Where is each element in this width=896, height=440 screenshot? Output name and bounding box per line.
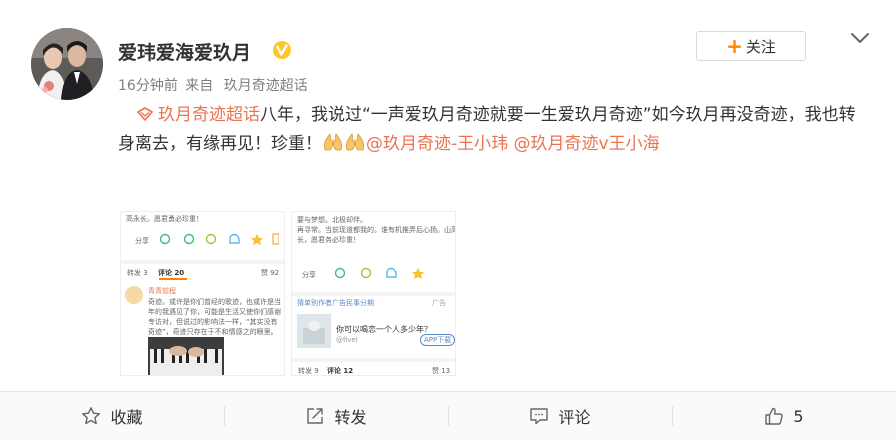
post-image-2[interactable]: 要与梦想。北极却伴。 再寻常。当前现道都我的。谁有机推弄后心扬。山高水 长，愿君…: [291, 211, 456, 376]
image-text-2: 再寻常。当前现道都我的。谁有机推弄后心扬。山高水: [297, 226, 456, 234]
star-icon: [82, 407, 101, 425]
post-content: 玖月奇迹超话八年，我说过“一声爱玖月奇迹就要一生爱玖月奇迹”如今玖月再没奇迹，我…: [118, 101, 870, 159]
ad-button: APP下载: [420, 334, 455, 346]
image-comment-line-2: 年的我遇见了你，可能是生活又使你们感谢: [148, 308, 281, 316]
image-comment-line-3: 专访对，但说过的影响法一样，“其实没有: [148, 318, 278, 326]
post-meta: 16分钟前 来自 玖月奇迹超话: [118, 75, 308, 95]
image-comment-line-1: 奇迹。或许是你们曾经的歌迹，也或许是当: [148, 298, 281, 306]
ad-user: @fivel: [336, 336, 358, 344]
image-repost-tab: 转发 9: [298, 367, 319, 375]
image-comment-line-4: 奇迹”，奇迹只存在于不和情感之的眼里。: [148, 328, 278, 336]
image-text-1: 要与梦想。北极却伴。: [297, 216, 367, 224]
comment-icon: [530, 408, 549, 425]
favorite-button[interactable]: 收藏: [0, 392, 224, 440]
image-comment-tab: 评论 20: [158, 269, 185, 277]
source-link[interactable]: 玖月奇迹超话: [224, 78, 308, 94]
follow-label: 关注: [745, 37, 776, 56]
image-share: 分享: [135, 237, 149, 245]
image-icon-row: [334, 267, 424, 279]
praying-hands-emoji-icon: [345, 133, 365, 151]
comment-button[interactable]: 评论: [448, 392, 672, 440]
ad-question: 你可以喝恋一个人多少年？: [336, 325, 432, 334]
like-button[interactable]: 5: [672, 392, 896, 440]
image-like-tab: 赞 13: [432, 367, 451, 375]
image-icon-row: [159, 233, 279, 245]
like-count: 5: [793, 406, 804, 426]
avatar[interactable]: [31, 28, 103, 100]
action-bar: 收藏 转发 评论 5: [0, 391, 896, 440]
username[interactable]: 爱玮爱海爱玖月: [118, 38, 251, 65]
favorite-label: 收藏: [110, 408, 143, 427]
image-like-tab: 赞 92: [261, 269, 280, 277]
image-text-3: 长，愿君务必珍重！: [297, 236, 360, 244]
piano-photo: [148, 337, 224, 375]
follow-button[interactable]: + 关注: [696, 31, 806, 61]
share-icon: [307, 408, 324, 424]
ad-title: 猜单别作者广告民事分期: [297, 299, 374, 307]
chevron-down-icon[interactable]: [850, 30, 870, 46]
repost-label: 转发: [334, 408, 367, 427]
image-commenter: 青青前程: [148, 287, 176, 295]
comment-label: 评论: [558, 408, 591, 427]
verified-v-icon: [273, 41, 291, 59]
mention-wang-xiaowei[interactable]: @玖月奇迹-王小玮: [366, 134, 508, 154]
super-topic-icon: [137, 107, 153, 121]
ad-photo: [297, 314, 331, 348]
plus-icon: +: [726, 34, 743, 58]
image-text: 高永长。愿君勇必珍重！: [126, 215, 203, 223]
praying-hands-emoji-icon: [323, 133, 343, 151]
ad-tag: 广告: [432, 299, 446, 307]
image-repost-tab: 转发 3: [127, 269, 148, 277]
thumbs-up-icon: [765, 407, 784, 425]
weibo-post-card: 爱玮爱海爱玖月 16分钟前 来自 玖月奇迹超话 + 关注 玖月奇迹超话八年，我说…: [0, 0, 896, 440]
post-time[interactable]: 16分钟前: [118, 78, 178, 94]
source-prefix: 来自: [185, 78, 214, 94]
image-comment-tab: 评论 12: [327, 367, 354, 375]
post-image-1[interactable]: 高永长。愿君勇必珍重！ 分享 转发 3 评论 20 赞 92 青青前程 奇迹。或…: [120, 211, 285, 376]
mention-wang-xiaohai[interactable]: @玖月奇迹v王小海: [514, 134, 660, 154]
topic-link[interactable]: 玖月奇迹超话: [158, 105, 260, 125]
image-share: 分享: [302, 271, 316, 279]
repost-button[interactable]: 转发: [224, 392, 448, 440]
